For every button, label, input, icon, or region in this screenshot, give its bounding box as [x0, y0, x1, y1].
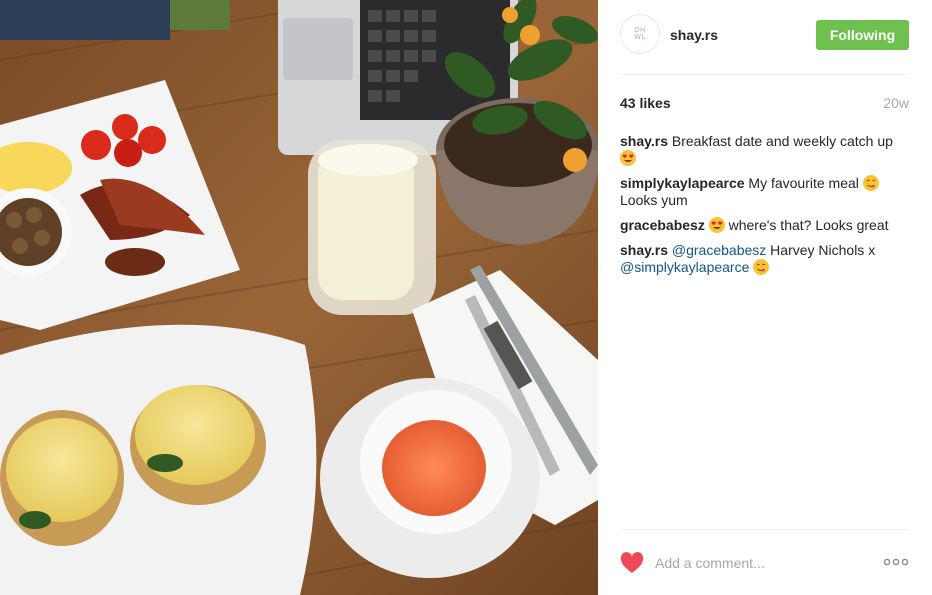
comment-text-continued: Looks yum [620, 192, 688, 208]
yum-emoji [753, 259, 770, 275]
header-divider [620, 74, 909, 75]
add-comment-input[interactable] [655, 553, 855, 573]
comment-item: shay.rs Breakfast date and weekly catch … [620, 133, 909, 167]
post-photo[interactable] [0, 0, 598, 595]
mention-link[interactable]: @gracebabesz [672, 242, 766, 258]
comment-item: simplykaylapearce My favourite meal Look… [620, 175, 909, 209]
comment-item: gracebabesz where's that? Looks great [620, 217, 909, 234]
comment-username[interactable]: gracebabesz [620, 217, 705, 233]
comment-text: Harvey Nichols x [770, 242, 876, 258]
heart-eyes-emoji [620, 150, 636, 166]
comment-username[interactable]: shay.rs [620, 133, 668, 149]
comments-list: shay.rs Breakfast date and weekly catch … [620, 133, 909, 284]
heart-icon[interactable] [620, 552, 644, 574]
comment-text: My favourite meal [748, 175, 859, 191]
comment-item: shay.rs @gracebabesz Harvey Nichols x @s… [620, 242, 909, 276]
avatar[interactable]: DH WL [620, 14, 660, 54]
mention-link[interactable]: @simplykaylapearce [620, 259, 749, 275]
following-button[interactable]: Following [816, 20, 909, 50]
post-sidebar: DH WL shay.rs Following 43 likes 20w sha… [598, 0, 932, 595]
instagram-post-view: DH WL shay.rs Following 43 likes 20w sha… [0, 0, 932, 595]
more-options-icon[interactable] [883, 555, 909, 569]
actions-divider [620, 529, 909, 530]
likes-count[interactable]: 43 likes [620, 95, 671, 111]
breakfast-table-photo [0, 0, 598, 595]
post-header: DH WL shay.rs Following [620, 14, 909, 56]
comment-username[interactable]: simplykaylapearce [620, 175, 745, 191]
comment-username[interactable]: shay.rs [620, 242, 668, 258]
comment-text: where's that? Looks great [728, 217, 889, 233]
post-timestamp[interactable]: 20w [883, 95, 909, 111]
comment-text: Breakfast date and weekly catch up [671, 133, 893, 149]
likes-row: 43 likes 20w [620, 95, 909, 113]
avatar-text-line-2: WL [634, 33, 646, 41]
yum-emoji [862, 175, 879, 191]
post-actions [620, 550, 909, 576]
username-link[interactable]: shay.rs [670, 27, 718, 43]
heart-eyes-emoji [708, 217, 725, 233]
